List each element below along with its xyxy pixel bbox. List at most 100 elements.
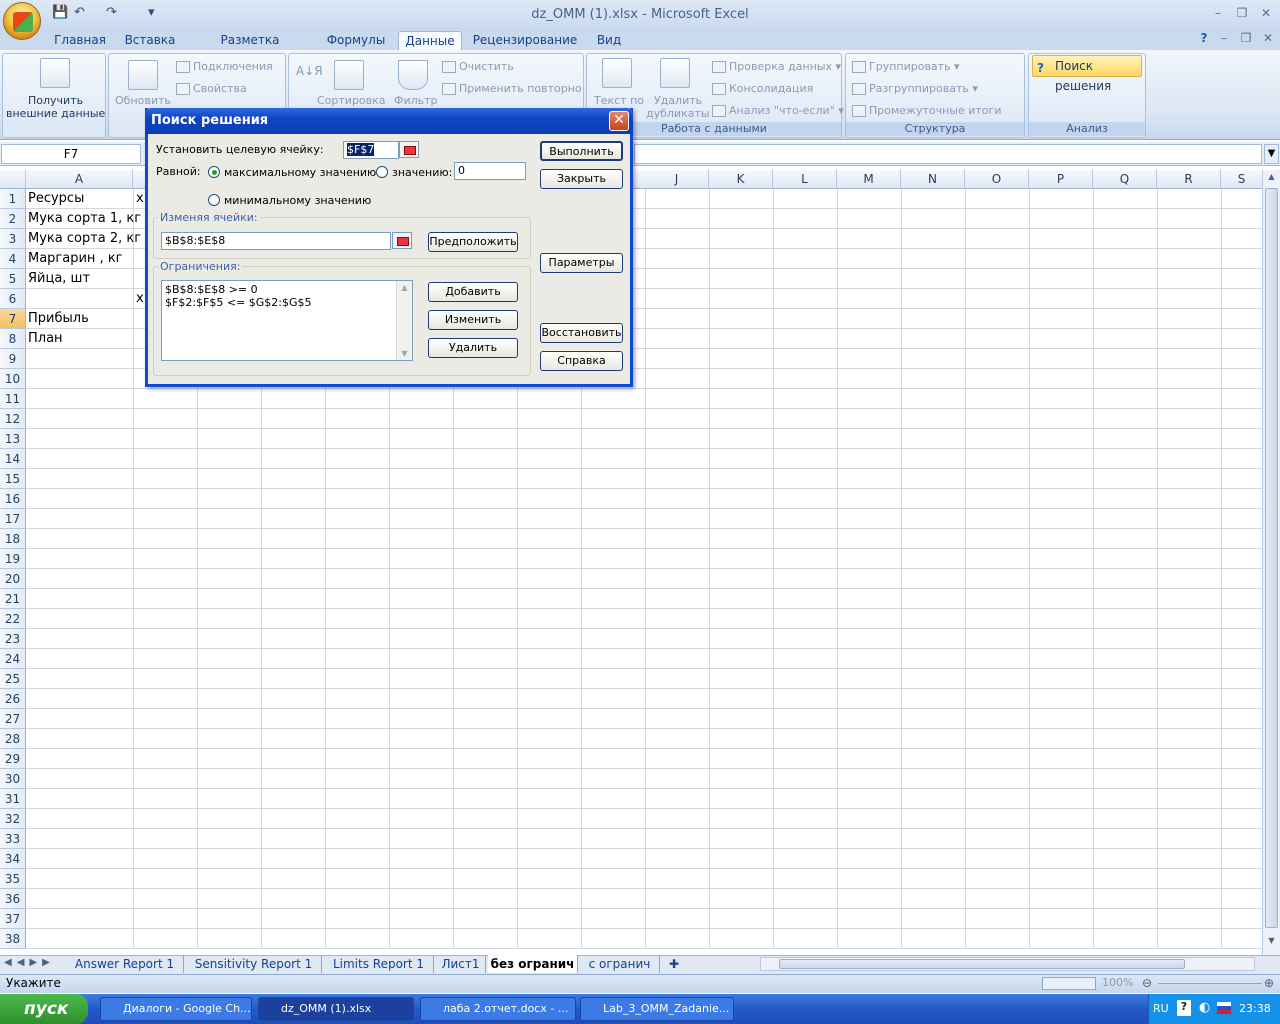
sheet-nav-icons[interactable]: ◀◀▶▶: [4, 957, 55, 968]
row-header-35[interactable]: 35: [0, 869, 26, 889]
dialog-close-icon[interactable]: ✕: [609, 111, 629, 131]
sort-icon[interactable]: [334, 60, 364, 90]
row-header-1[interactable]: 1: [0, 189, 26, 209]
row-header-30[interactable]: 30: [0, 769, 26, 789]
row-header-17[interactable]: 17: [0, 509, 26, 529]
tab-data[interactable]: Данные: [398, 31, 462, 50]
sheet-tab-with-constraints[interactable]: с огранич: [580, 955, 660, 973]
row-header-31[interactable]: 31: [0, 789, 26, 809]
row-header-37[interactable]: 37: [0, 909, 26, 929]
cell-b1[interactable]: x: [136, 189, 144, 209]
help-button[interactable]: Справка: [540, 351, 623, 371]
task-excel[interactable]: dz_OMM (1).xlsx: [258, 997, 414, 1021]
row-header-6[interactable]: 6: [0, 289, 26, 309]
reapply-button[interactable]: Применить повторно: [442, 82, 582, 95]
cell-a5[interactable]: Яйца, шт: [28, 269, 90, 289]
row-header-33[interactable]: 33: [0, 829, 26, 849]
row-header-21[interactable]: 21: [0, 589, 26, 609]
properties-button[interactable]: Свойства: [176, 82, 247, 95]
row-header-36[interactable]: 36: [0, 889, 26, 909]
row-header-24[interactable]: 24: [0, 649, 26, 669]
zoom-slider[interactable]: [1158, 983, 1262, 984]
task-word[interactable]: лаба 2.отчет.docx - ...: [420, 997, 576, 1021]
constraints-list[interactable]: $B$8:$E$8 >= 0 $F$2:$F$5 <= $G$2:$G$5 ▲ ▼: [161, 280, 413, 361]
refresh-icon[interactable]: [128, 60, 158, 90]
tab-insert[interactable]: Вставка: [120, 31, 180, 50]
task-chrome[interactable]: Диалоги - Google Ch...: [100, 997, 252, 1021]
column-header-m[interactable]: M: [837, 170, 901, 189]
column-header-j[interactable]: J: [645, 170, 709, 189]
value-input[interactable]: 0: [454, 162, 526, 180]
network-icon[interactable]: ◐: [1199, 1000, 1210, 1015]
radio-min-label[interactable]: минимальному значению: [224, 194, 371, 207]
ungroup-button[interactable]: Разгруппировать ▾: [852, 82, 978, 95]
row-header-28[interactable]: 28: [0, 729, 26, 749]
cell-a8[interactable]: План: [28, 329, 63, 349]
row-header-16[interactable]: 16: [0, 489, 26, 509]
sort-az-button[interactable]: А↓Я: [296, 64, 323, 78]
remove-dup-line1[interactable]: Удалить: [654, 94, 702, 107]
column-header-q[interactable]: Q: [1093, 170, 1157, 189]
cell-a2[interactable]: Мука сорта 1, кг: [28, 209, 141, 229]
formula-input[interactable]: [634, 144, 1262, 164]
zoom-in-icon[interactable]: ⊕: [1264, 976, 1274, 990]
row-header-15[interactable]: 15: [0, 469, 26, 489]
row-header-34[interactable]: 34: [0, 849, 26, 869]
scroll-thumb[interactable]: [1265, 188, 1278, 928]
sort-button[interactable]: Сортировка: [317, 94, 386, 107]
remove-duplicates-icon[interactable]: [660, 58, 690, 88]
formula-bar-expand-icon[interactable]: ▼: [1264, 144, 1279, 164]
get-external-line1[interactable]: Получить: [28, 94, 83, 107]
cell-b6[interactable]: x: [136, 289, 144, 309]
whatif-button[interactable]: Анализ "что-если" ▾: [712, 104, 844, 117]
office-button[interactable]: [3, 2, 41, 40]
zoom-level[interactable]: 100%: [1102, 976, 1133, 989]
subtotal-button[interactable]: Промежуточные итоги: [852, 104, 1001, 117]
row-header-32[interactable]: 32: [0, 809, 26, 829]
scroll-up-icon[interactable]: ▲: [1265, 172, 1278, 186]
close-button[interactable]: ✕: [1256, 6, 1276, 20]
tab-view[interactable]: Вид: [590, 31, 628, 50]
get-external-line2[interactable]: внешние данные ▾: [6, 107, 114, 120]
name-box[interactable]: F7: [1, 144, 141, 164]
tab-home[interactable]: Главная: [50, 31, 110, 50]
solver-button[interactable]: ? Поиск решения: [1032, 55, 1142, 93]
add-button[interactable]: Добавить: [428, 282, 518, 302]
hscroll-thumb[interactable]: [779, 959, 1185, 969]
vertical-scrollbar[interactable]: ▲ ▼: [1262, 170, 1280, 955]
filter-icon[interactable]: [398, 60, 428, 90]
row-header-29[interactable]: 29: [0, 749, 26, 769]
radio-value-label[interactable]: значению:: [392, 166, 452, 179]
radio-value[interactable]: [376, 166, 388, 178]
row-header-12[interactable]: 12: [0, 409, 26, 429]
column-header-l[interactable]: L: [773, 170, 837, 189]
cell-a3[interactable]: Мука сорта 2, кг: [28, 229, 141, 249]
doc-restore-button[interactable]: ❐: [1236, 31, 1256, 45]
constraint-item[interactable]: $B$8:$E$8 >= 0: [165, 283, 412, 296]
connections-button[interactable]: Подключения: [176, 60, 273, 73]
changing-ref-icon[interactable]: [392, 232, 412, 249]
row-header-3[interactable]: 3: [0, 229, 26, 249]
row-header-10[interactable]: 10: [0, 369, 26, 389]
row-header-11[interactable]: 11: [0, 389, 26, 409]
column-header-n[interactable]: N: [901, 170, 965, 189]
column-header-k[interactable]: K: [709, 170, 773, 189]
row-header-9[interactable]: 9: [0, 349, 26, 369]
constraints-scrollbar[interactable]: ▲ ▼: [396, 281, 412, 360]
row-header-5[interactable]: 5: [0, 269, 26, 289]
target-cell-input[interactable]: $F$7: [343, 141, 399, 159]
row-header-25[interactable]: 25: [0, 669, 26, 689]
filter-button[interactable]: Фильтр: [394, 94, 438, 107]
insert-sheet-icon[interactable]: ✚: [662, 955, 686, 973]
row-header-20[interactable]: 20: [0, 569, 26, 589]
row-header-26[interactable]: 26: [0, 689, 26, 709]
solve-button[interactable]: Выполнить: [540, 141, 623, 161]
sheet-tab-limits[interactable]: Limits Report 1: [324, 955, 434, 973]
doc-close-button[interactable]: ✕: [1258, 31, 1278, 45]
row-header-14[interactable]: 14: [0, 449, 26, 469]
row-header-8[interactable]: 8: [0, 329, 26, 349]
restore-button[interactable]: ❐: [1232, 6, 1252, 20]
reset-button[interactable]: Восстановить: [540, 323, 623, 343]
change-button[interactable]: Изменить: [428, 310, 518, 330]
text-to-columns-icon[interactable]: [602, 58, 632, 88]
